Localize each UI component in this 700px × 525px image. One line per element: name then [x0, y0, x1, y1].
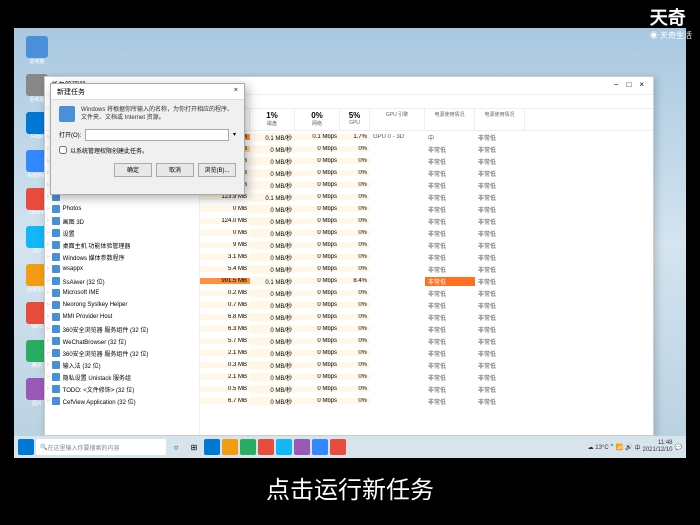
app-icon[interactable] [330, 439, 346, 455]
header-gpu-engine[interactable]: GPU 引擎 [370, 109, 425, 130]
app-icon[interactable] [240, 439, 256, 455]
process-name[interactable]: ›WeChatBrowser (32 位) [45, 335, 199, 347]
cancel-button[interactable]: 取消 [156, 163, 194, 177]
run-description: Windows 将根据你所输入的名称，为你打开相应的程序、文件夹、文档或 Int… [81, 106, 236, 123]
table-row[interactable]: 123.9 MB0.1 MB/秒0 Mbps0%非常低非常低 [200, 191, 653, 203]
browse-button[interactable]: 浏览(B)... [198, 163, 236, 177]
table-row[interactable]: 980.5 MB0.1 MB/秒0.1 Mbps1.7%GPU 0 - 3D中非… [200, 131, 653, 143]
table-row[interactable]: 16.7 MB0 MB/秒0 Mbps0%非常低非常低 [200, 179, 653, 191]
minimize-icon[interactable]: − [611, 80, 622, 89]
taskbar-search[interactable]: 🔍 在这里输入你要搜索的内容 [36, 439, 166, 455]
process-name[interactable]: ›输入法 (32 位) [45, 359, 199, 371]
volume-icon[interactable]: 🔊 [625, 444, 632, 451]
taskview-icon[interactable]: ⊞ [186, 439, 202, 455]
table-row[interactable]: 991.5 MB0.1 MB/秒0 Mbps8.4%非常低非常低 [200, 275, 653, 287]
run-input[interactable] [85, 129, 229, 141]
app-icon[interactable] [258, 439, 274, 455]
chevron-down-icon[interactable]: ▾ [233, 131, 236, 138]
watermark: 天奇 ◉ 天奇生活 [650, 4, 692, 41]
weather[interactable]: ☁ 13°C [588, 444, 609, 451]
run-icon [59, 106, 75, 122]
app-icon[interactable] [276, 439, 292, 455]
table-row[interactable]: 5.4 MB0 MB/秒0 Mbps0%非常低非常低 [200, 263, 653, 275]
table-row[interactable]: 15.9 MB0 MB/秒0 Mbps0%非常低非常低 [200, 167, 653, 179]
wifi-icon[interactable]: 📶 [616, 444, 623, 451]
process-name[interactable]: ›MMI Provider Host [45, 311, 199, 323]
ime-icon[interactable]: 中 [634, 443, 640, 452]
process-name[interactable]: ›画图 3D [45, 215, 199, 227]
table-row[interactable]: 2.1 MB0 MB/秒0 Mbps0%非常低非常低 [200, 371, 653, 383]
table-row[interactable]: 6.3 MB0 MB/秒0 Mbps0%非常低非常低 [200, 323, 653, 335]
process-name[interactable]: ›CefView Application (32 位) [45, 395, 199, 407]
run-titlebar[interactable]: 新建任务 × [51, 84, 244, 100]
table-row[interactable]: 6.7 MB0 MB/秒0 Mbps0%非常低非常低 [200, 395, 653, 407]
maximize-icon[interactable]: □ [624, 80, 635, 89]
run-title: 新建任务 [57, 87, 85, 96]
taskmgr-headers: 31%内存 1%磁盘 0%网络 5%GPU GPU 引擎 电源使用情况 电源使用… [200, 109, 653, 131]
process-name[interactable]: ›wsappx [45, 263, 199, 275]
taskbar: 🔍 在这里输入你要搜索的内容 ○ ⊞ ☁ 13°C ^ 📶 🔊 中 11:48 … [14, 436, 686, 458]
desktop-frame: 此电脑回收站Edge百度网盘ChromeQQ迅雷看图WPS腾讯图片 任务管理器 … [14, 28, 686, 458]
table-row[interactable]: 2.1 MB0 MB/秒0 Mbps0%非常低非常低 [200, 347, 653, 359]
table-row[interactable]: 0 MB0 MB/秒0 Mbps0%非常低非常低 [200, 203, 653, 215]
table-row[interactable]: 54.0 MB0 MB/秒0 Mbps0%非常低非常低 [200, 155, 653, 167]
cortana-icon[interactable]: ○ [168, 439, 184, 455]
header-power2[interactable]: 电源使用情况 [475, 109, 525, 130]
process-name[interactable]: ›360安全浏览器 服务组件 (32 位) [45, 347, 199, 359]
tray-chevron-icon[interactable]: ^ [611, 444, 614, 450]
process-name[interactable]: ›Microsoft IME [45, 287, 199, 299]
process-name[interactable]: ›桌面主机 功能体验管理器 [45, 239, 199, 251]
app-icon[interactable] [222, 439, 238, 455]
header-network[interactable]: 0%网络 [295, 109, 340, 130]
table-row[interactable]: 124.0 MB0 MB/秒0 Mbps0%非常低非常低 [200, 215, 653, 227]
close-icon[interactable]: × [636, 80, 647, 89]
process-name[interactable]: ›360安全浏览器 服务组件 (32 位) [45, 323, 199, 335]
app-icon[interactable] [294, 439, 310, 455]
table-row[interactable]: 5.7 MB0 MB/秒0 Mbps0%非常低非常低 [200, 335, 653, 347]
clock[interactable]: 11:48 2021/12/10 [642, 440, 672, 453]
table-row[interactable]: 0.3 MB0 MB/秒0 Mbps0%非常低非常低 [200, 359, 653, 371]
process-name[interactable]: ›Neorong Syslkey Helper [45, 299, 199, 311]
process-name[interactable]: ›Windows 媒体参数程序 [45, 251, 199, 263]
table-row[interactable]: 0.5 MB0 MB/秒0 Mbps0%非常低非常低 [200, 383, 653, 395]
desktop-icon[interactable]: 此电脑 [22, 36, 52, 72]
process-name[interactable]: ›Photos [45, 203, 199, 215]
close-icon[interactable]: × [234, 87, 238, 96]
process-name[interactable]: ›设置 [45, 227, 199, 239]
window-buttons: − □ × [611, 80, 647, 91]
table-row[interactable]: 3.1 MB0 MB/秒0 Mbps0%非常低非常低 [200, 251, 653, 263]
notifications-icon[interactable]: 💬 [675, 444, 682, 451]
table-row[interactable]: 0.7 MB0 MB/秒0 Mbps0%非常低非常低 [200, 299, 653, 311]
process-name[interactable]: ›SsAiwer (32 位) [45, 275, 199, 287]
admin-label: 以系统管理权限创建此任务。 [70, 146, 148, 155]
table-row[interactable]: 337.2 MB0 MB/秒0 Mbps0%非常低非常低 [200, 143, 653, 155]
header-disk[interactable]: 1%磁盘 [250, 109, 295, 130]
system-tray: ☁ 13°C ^ 📶 🔊 中 11:48 2021/12/10 💬 [588, 440, 682, 453]
process-name[interactable]: ›隐私设置 Unistack 服务组 [45, 371, 199, 383]
table-row[interactable]: 9 MB0 MB/秒0 Mbps0%非常低非常低 [200, 239, 653, 251]
app-icon[interactable] [312, 439, 328, 455]
taskmgr-process-data: 31%内存 1%磁盘 0%网络 5%GPU GPU 引擎 电源使用情况 电源使用… [200, 109, 653, 435]
run-dialog: 新建任务 × Windows 将根据你所输入的名称，为你打开相应的程序、文件夹、… [50, 83, 245, 195]
start-button[interactable] [18, 439, 34, 455]
header-gpu[interactable]: 5%GPU [340, 109, 370, 130]
ok-button[interactable]: 确定 [114, 163, 152, 177]
process-name[interactable]: ›TODO: <文件修饰> (32 位) [45, 383, 199, 395]
admin-checkbox[interactable] [59, 146, 67, 154]
header-power1[interactable]: 电源使用情况 [425, 109, 475, 130]
app-icon[interactable] [204, 439, 220, 455]
search-icon: 🔍 [40, 444, 47, 451]
table-row[interactable]: 0 MB0 MB/秒0 Mbps0%非常低非常低 [200, 227, 653, 239]
video-subtitle: 点击运行新任务 [266, 470, 434, 505]
open-label: 打开(O): [59, 130, 81, 139]
table-row[interactable]: 0.2 MB0 MB/秒0 Mbps0%非常低非常低 [200, 287, 653, 299]
table-row[interactable]: 6.8 MB0 MB/秒0 Mbps0%非常低非常低 [200, 311, 653, 323]
